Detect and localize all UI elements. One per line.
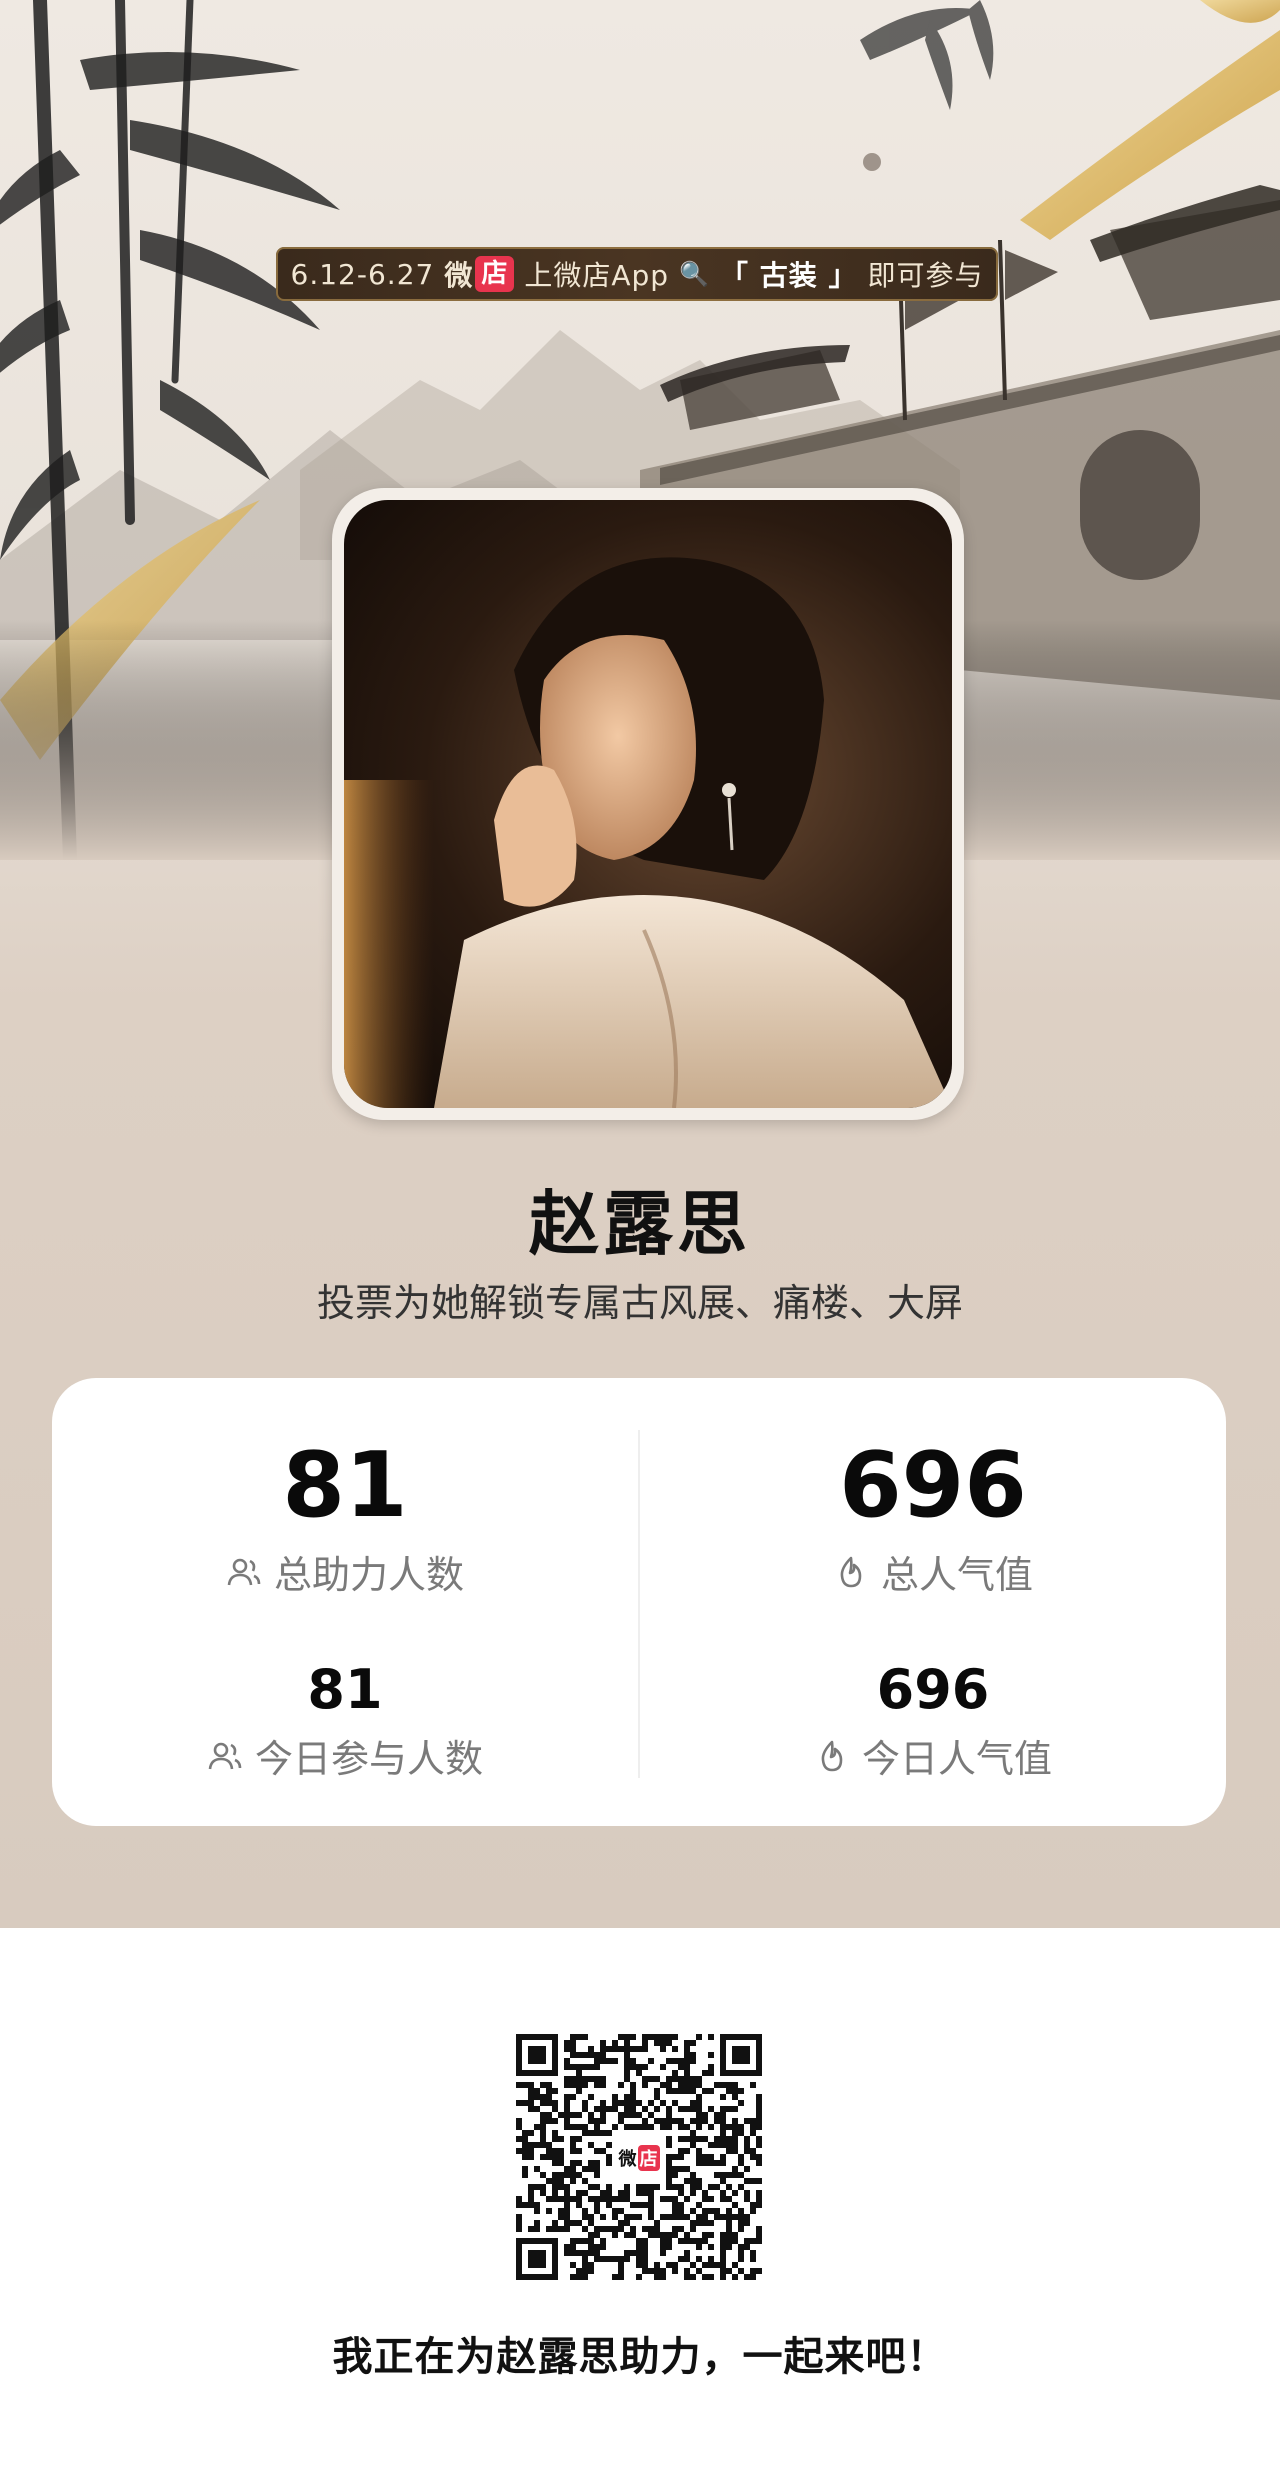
flame-icon [840, 1556, 862, 1587]
banner-app-text: 上微店App [524, 259, 670, 292]
event-banner: 6.12-6.27 微店 上微店App 🔍 「 古装 」 即可参与 [276, 247, 998, 301]
today-participants-value: 81 [307, 1658, 383, 1721]
total-supporters-label: 总助力人数 [273, 1553, 464, 1597]
today-popularity-label-row: 今日人气值 [640, 1728, 1226, 1783]
share-call-to-action: 我正在为赵露思助力，一起来吧！ [332, 2334, 948, 2380]
today-popularity-value: 696 [876, 1658, 990, 1721]
vote-subtitle: 投票为她解锁专属古风展、痛楼、大屏 [316, 1281, 963, 1325]
today-participants-label-row: 今日参与人数 [52, 1728, 638, 1783]
total-popularity-value: 696 [839, 1433, 1027, 1538]
banner-suffix: 即可参与 [867, 259, 984, 292]
total-popularity-label: 总人气值 [880, 1553, 1033, 1597]
portrait-illustration [344, 557, 952, 1108]
total-supporters-value: 81 [282, 1433, 408, 1538]
total-popularity-label-row: 总人气值 [640, 1544, 1226, 1599]
stat-today-popularity: 696 今日人气值 [640, 1660, 1226, 1783]
share-poster: 6.12-6.27 微店 上微店App 🔍 「 古装 」 即可参与 赵露思 投票… [0, 0, 1280, 2471]
weidian-logo: 微店 [444, 254, 515, 294]
stat-today-participants: 81 今日参与人数 [52, 1660, 638, 1783]
people-icon [208, 1742, 242, 1769]
profile-photo-frame [332, 488, 964, 1120]
qr-weidian-logo: 微店 [614, 2134, 664, 2182]
people-icon [227, 1558, 261, 1585]
stats-card: 81 总助力人数 696 总人气值 81 今日参与人数 696 今日人气值 [52, 1378, 1226, 1826]
share-footer: 微店 我正在为赵露思助力，一起来吧！ [0, 1928, 1280, 2471]
banner-keyword: 「 古装 」 [719, 259, 858, 292]
magnifier-icon: 🔍 [679, 260, 710, 288]
poster-background: 6.12-6.27 微店 上微店App 🔍 「 古装 」 即可参与 赵露思 投票… [0, 0, 1280, 1928]
flame-icon [821, 1740, 843, 1771]
stat-total-popularity: 696 总人气值 [640, 1436, 1226, 1599]
today-participants-label: 今日参与人数 [254, 1737, 483, 1781]
today-popularity-label: 今日人气值 [861, 1737, 1052, 1781]
total-supporters-label-row: 总助力人数 [52, 1544, 638, 1599]
profile-photo [344, 500, 952, 1108]
stat-total-supporters: 81 总助力人数 [52, 1436, 638, 1599]
qr-code[interactable]: 微店 [516, 2034, 762, 2280]
event-dates: 6.12-6.27 [290, 257, 435, 291]
idol-name: 赵露思 [529, 1183, 751, 1265]
